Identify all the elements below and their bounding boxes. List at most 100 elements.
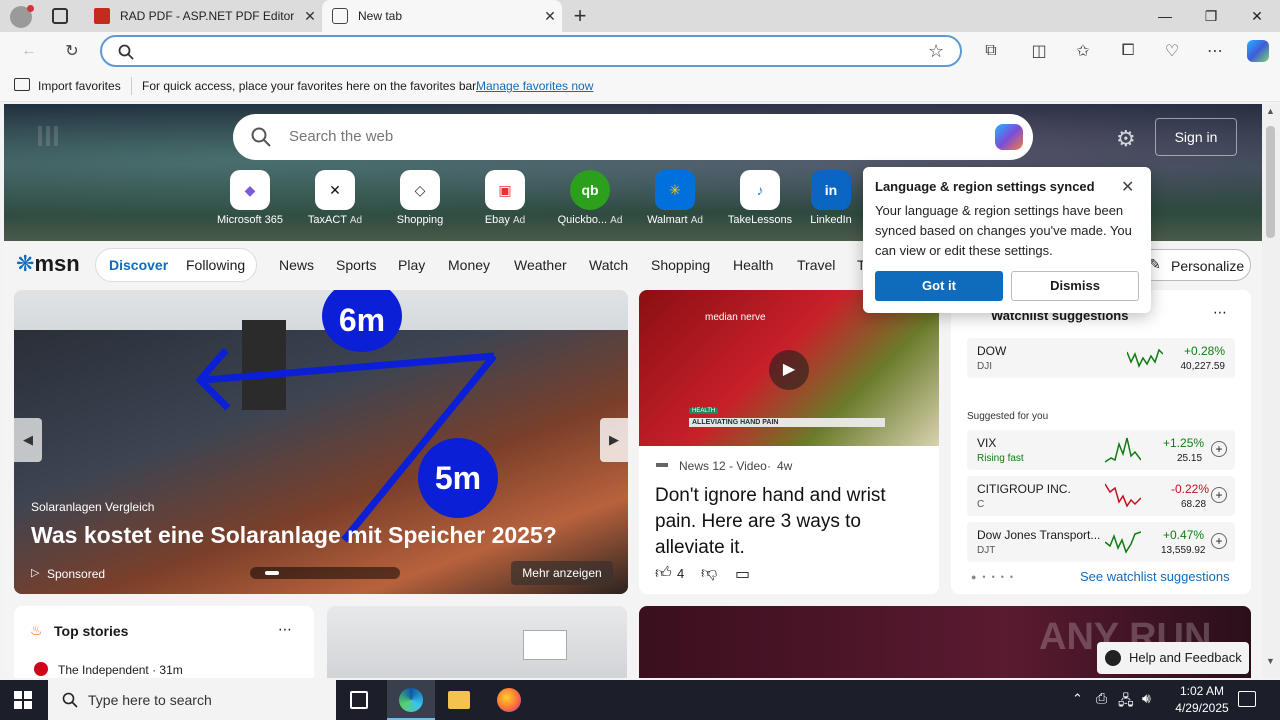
dialog-close-icon[interactable]: ✕ bbox=[1121, 177, 1134, 197]
web-search-box[interactable]: Search the web bbox=[233, 114, 1033, 160]
split-screen-icon[interactable]: ◫ bbox=[1024, 36, 1054, 66]
fire-icon: ♨ bbox=[30, 622, 43, 638]
browser-essentials-icon[interactable]: ♡ bbox=[1157, 36, 1187, 66]
show-hidden-icons[interactable]: ⌃ bbox=[1072, 691, 1083, 707]
taskbar-search-box[interactable]: Type here to search bbox=[48, 680, 336, 720]
import-favorites-button[interactable]: Import favorites bbox=[38, 79, 121, 93]
quick-link-quickbooks[interactable]: qb Quickbo... Ad bbox=[546, 170, 634, 226]
sign-in-button[interactable]: Sign in bbox=[1155, 118, 1237, 156]
watchlist-pager-dots[interactable]: ●•••• bbox=[971, 572, 1019, 582]
file-explorer-icon[interactable] bbox=[448, 691, 470, 709]
watchlist-row-dow[interactable]: DOW DJI +0.28% 40,227.59 bbox=[967, 338, 1235, 378]
scroll-up-arrow[interactable]: ▲ bbox=[1266, 106, 1275, 116]
notification-center-icon[interactable] bbox=[1238, 691, 1256, 707]
watchlist-row-citigroup[interactable]: CITIGROUP INC. C -0.22% 68.28 + bbox=[967, 476, 1235, 516]
dismiss-button[interactable]: Dismiss bbox=[1011, 271, 1139, 301]
address-bar[interactable]: ☆ bbox=[100, 35, 962, 67]
collections-icon[interactable]: ⧠ bbox=[1113, 36, 1143, 66]
more-button[interactable]: Mehr anzeigen bbox=[511, 561, 613, 585]
add-to-watchlist-icon[interactable]: + bbox=[1211, 441, 1227, 457]
maximize-button[interactable]: ❐ bbox=[1188, 0, 1234, 32]
nav-weather[interactable]: Weather bbox=[514, 257, 567, 273]
import-favorites-icon[interactable] bbox=[14, 78, 30, 91]
quick-link-takelessons[interactable]: ♪ TakeLessons bbox=[716, 170, 804, 226]
new-tab-button[interactable]: + bbox=[568, 3, 592, 29]
nav-sports[interactable]: Sports bbox=[336, 257, 376, 273]
ad-headline[interactable]: Was kostet eine Solaranlage mit Speicher… bbox=[31, 522, 557, 549]
more-options-icon[interactable]: ⋯ bbox=[1200, 36, 1230, 66]
independent-logo-icon bbox=[34, 662, 48, 676]
clock-time[interactable]: 1:02 AM bbox=[1170, 684, 1234, 698]
help-feedback-button[interactable]: Help and Feedback bbox=[1097, 642, 1249, 674]
task-view-icon[interactable] bbox=[350, 691, 368, 709]
carousel-prev-button[interactable]: ◀ bbox=[14, 418, 42, 462]
nav-health[interactable]: Health bbox=[733, 257, 773, 273]
feed-toggle: Discover Following bbox=[95, 248, 257, 282]
nav-play[interactable]: Play bbox=[398, 257, 425, 273]
got-it-button[interactable]: Got it bbox=[875, 271, 1003, 301]
favorite-star-icon[interactable]: ☆ bbox=[928, 41, 944, 62]
copilot-icon[interactable] bbox=[1243, 36, 1273, 66]
wall-device-image bbox=[523, 630, 567, 660]
watchlist-more-icon[interactable]: ⋯ bbox=[1213, 304, 1227, 321]
scroll-down-arrow[interactable]: ▼ bbox=[1266, 656, 1275, 666]
video-news-card[interactable]: median nerve ▶ HEALTH ALLEVIATING HAND P… bbox=[639, 290, 939, 594]
close-tab-icon[interactable]: ✕ bbox=[298, 8, 322, 25]
taskbar-edge-button[interactable] bbox=[387, 680, 435, 720]
play-button[interactable]: ▶ bbox=[769, 350, 809, 390]
stock-price: 68.28 bbox=[1181, 499, 1207, 510]
close-tab-icon[interactable]: ✕ bbox=[538, 8, 562, 25]
quick-link-linkedin[interactable]: in LinkedIn bbox=[801, 170, 861, 226]
quick-link-taxact[interactable]: ✕ TaxACT Ad bbox=[291, 170, 379, 226]
nav-watch[interactable]: Watch bbox=[589, 257, 628, 273]
add-to-watchlist-icon[interactable]: + bbox=[1211, 533, 1227, 549]
quick-link-walmart[interactable]: ✳ Walmart Ad bbox=[631, 170, 719, 226]
nav-shopping[interactable]: Shopping bbox=[651, 257, 710, 273]
nav-news[interactable]: News bbox=[279, 257, 314, 273]
tab-discover[interactable]: Discover bbox=[109, 257, 168, 273]
like-icon[interactable]: 👍︎ bbox=[655, 564, 672, 583]
network-icon[interactable]: 🖧︎ bbox=[1118, 690, 1134, 714]
network-device-icon[interactable]: ⎙ bbox=[1096, 690, 1107, 707]
dislike-icon[interactable]: 👎︎ bbox=[701, 564, 717, 583]
copilot-search-icon[interactable] bbox=[995, 124, 1023, 150]
msn-logo[interactable]: ❋msn bbox=[16, 251, 80, 277]
see-watchlist-link[interactable]: See watchlist suggestions bbox=[1080, 569, 1230, 584]
help-icon bbox=[1105, 650, 1121, 666]
watchlist-row-djt[interactable]: Dow Jones Transport... DJT +0.47% 13,559… bbox=[967, 522, 1235, 562]
apps-grid-icon[interactable] bbox=[38, 126, 58, 146]
quick-link-shopping[interactable]: ◇ Shopping bbox=[376, 170, 464, 226]
volume-icon[interactable]: 🔊︎ bbox=[1142, 690, 1151, 707]
hero-ad-card[interactable]: 6m 5m ◀ ▶ Solaranlagen Vergleich Was kos… bbox=[14, 290, 628, 594]
minimize-button[interactable]: — bbox=[1142, 0, 1188, 32]
nav-travel[interactable]: Travel bbox=[797, 257, 835, 273]
personalize-button[interactable]: ✎ Personalize bbox=[1138, 249, 1251, 281]
close-window-button[interactable]: ✕ bbox=[1234, 0, 1280, 32]
favorites-icon[interactable]: ✩ bbox=[1068, 36, 1098, 66]
top-stories-more-icon[interactable]: ⋯ bbox=[278, 621, 292, 638]
comment-icon[interactable]: ▭ bbox=[735, 564, 750, 584]
manage-favorites-link[interactable]: Manage favorites now bbox=[476, 79, 593, 93]
vertical-scrollbar[interactable]: ▲ ▼ bbox=[1262, 104, 1280, 678]
promo-image-card[interactable]: ANY RUN Help and Feedback bbox=[639, 606, 1251, 678]
tab-rad-pdf[interactable]: RAD PDF - ASP.NET PDF Editor ar ✕ bbox=[84, 0, 322, 32]
clock-date[interactable]: 4/29/2025 bbox=[1168, 701, 1236, 715]
nav-money[interactable]: Money bbox=[448, 257, 490, 273]
settings-gear-icon[interactable]: ⚙ bbox=[1116, 126, 1136, 152]
tab-new-tab[interactable]: New tab ✕ bbox=[322, 0, 562, 32]
back-button[interactable]: ← bbox=[14, 36, 44, 66]
add-to-watchlist-icon[interactable]: + bbox=[1211, 487, 1227, 503]
extensions-icon[interactable]: ⧉ bbox=[976, 36, 1006, 66]
carousel-dot-active bbox=[265, 571, 279, 575]
tab-following[interactable]: Following bbox=[186, 257, 245, 273]
tab-actions-icon[interactable] bbox=[52, 8, 68, 24]
refresh-button[interactable]: ↻ bbox=[57, 36, 87, 66]
carousel-next-button[interactable]: ▶ bbox=[600, 418, 628, 462]
video-headline[interactable]: Don't ignore hand and wrist pain. Here a… bbox=[655, 483, 925, 561]
garage-image-card[interactable] bbox=[327, 606, 627, 678]
quick-link-microsoft-365[interactable]: ◆ Microsoft 365 bbox=[206, 170, 294, 226]
watchlist-row-vix[interactable]: VIX Rising fast +1.25% 25.15 + bbox=[967, 430, 1235, 470]
scroll-thumb[interactable] bbox=[1266, 126, 1275, 238]
firefox-icon[interactable] bbox=[497, 688, 521, 712]
quick-link-ebay[interactable]: ▣ Ebay Ad bbox=[461, 170, 549, 226]
